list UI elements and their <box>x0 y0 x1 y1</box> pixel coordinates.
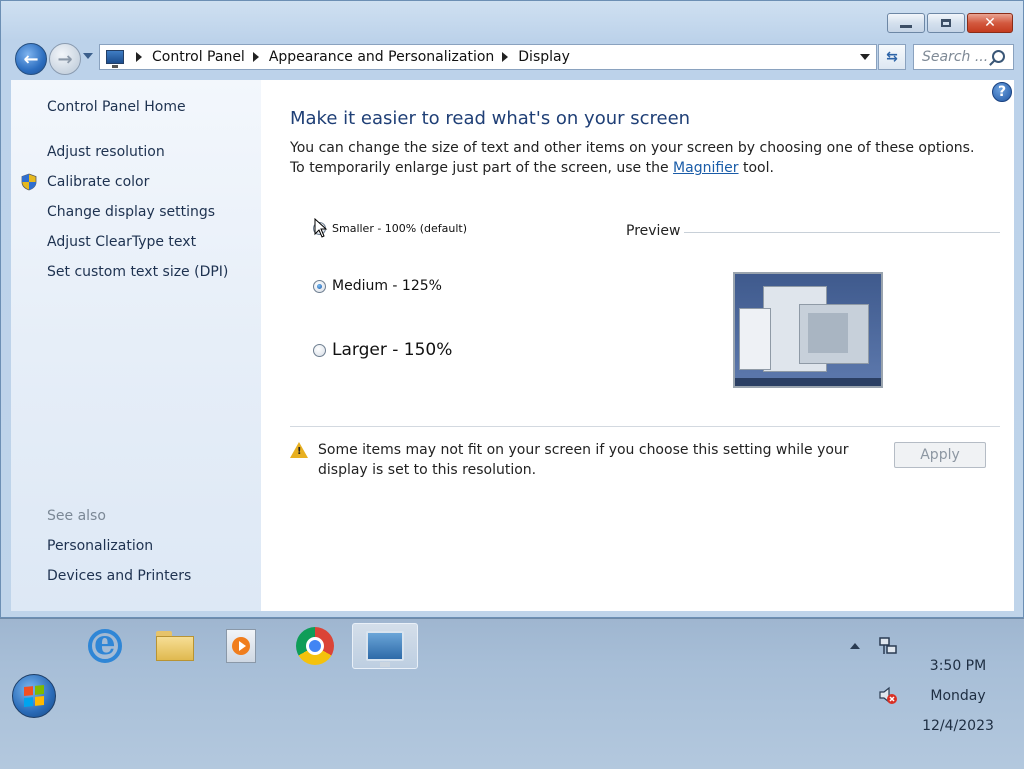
search-icon[interactable] <box>992 50 1005 63</box>
chrome-icon <box>296 627 334 665</box>
see-also-personalization[interactable]: Personalization <box>47 538 153 554</box>
recent-pages-dropdown[interactable] <box>83 53 93 59</box>
start-button[interactable] <box>12 674 56 718</box>
radio-larger[interactable] <box>313 343 326 357</box>
breadcrumb-chevron-icon[interactable] <box>136 52 142 62</box>
clock-day[interactable]: Monday <box>900 688 1016 704</box>
see-also-heading: See also <box>47 508 106 524</box>
warning-text: Some items may not fit on your screen if… <box>318 442 849 478</box>
preview-window <box>799 304 869 364</box>
forward-arrow-icon: → <box>57 48 73 70</box>
sidebar-calibrate-color[interactable]: Calibrate color <box>47 174 149 190</box>
sidebar-control-panel-home[interactable]: Control Panel Home <box>47 99 186 115</box>
sidebar-custom-dpi[interactable]: Set custom text size (DPI) <box>47 264 228 280</box>
refresh-icon: ⇆ <box>886 49 898 65</box>
search-placeholder: Search ... <box>922 49 989 65</box>
caption-buttons: ✕ <box>887 13 1013 33</box>
maximize-button[interactable] <box>927 13 965 33</box>
taskbar: 3:50 PM Monday 12/4/2023 <box>0 618 1024 769</box>
main-content: ? Make it easier to read what's on your … <box>261 80 1014 611</box>
address-dropdown-icon[interactable] <box>860 54 870 60</box>
close-icon: ✕ <box>984 15 996 31</box>
sidebar-adjust-cleartype[interactable]: Adjust ClearType text <box>47 234 196 250</box>
breadcrumb-chevron-icon[interactable] <box>252 52 259 62</box>
mouse-cursor-icon <box>314 218 328 238</box>
network-icon[interactable] <box>878 637 898 657</box>
warning-icon: ! <box>290 442 308 458</box>
preview-label: Preview <box>626 223 681 239</box>
radio-medium[interactable] <box>313 279 326 293</box>
clock-time[interactable]: 3:50 PM <box>900 658 1016 674</box>
close-button[interactable]: ✕ <box>967 13 1013 33</box>
taskbar-display-control-panel[interactable] <box>352 623 418 669</box>
description-text: You can change the size of text and othe… <box>290 140 975 176</box>
page-description: You can change the size of text and othe… <box>290 138 980 178</box>
search-input[interactable]: Search ... <box>913 44 1014 70</box>
option-medium-label[interactable]: Medium - 125% <box>332 278 442 294</box>
breadcrumb-appearance[interactable]: Appearance and Personalization <box>269 49 494 65</box>
sidebar: Control Panel Home Adjust resolution Cal… <box>11 80 261 611</box>
back-arrow-icon: ← <box>23 48 39 70</box>
internet-explorer-icon <box>88 623 122 663</box>
forward-button[interactable]: → <box>49 43 81 75</box>
breadcrumb-chevron-icon[interactable] <box>502 52 509 62</box>
magnifier-link[interactable]: Magnifier <box>673 160 739 176</box>
apply-button[interactable]: Apply <box>894 442 986 468</box>
address-bar[interactable]: Control Panel Appearance and Personaliza… <box>99 44 877 70</box>
description-text-end: tool. <box>738 160 774 176</box>
back-button[interactable]: ← <box>15 43 47 75</box>
minimize-icon <box>900 24 912 28</box>
option-larger-label[interactable]: Larger - 150% <box>332 340 452 360</box>
maximize-icon <box>941 19 951 27</box>
preview-taskbar <box>735 378 881 386</box>
windows-logo-icon <box>24 684 44 708</box>
see-also-devices-printers[interactable]: Devices and Printers <box>47 568 191 584</box>
taskbar-windows-explorer[interactable] <box>142 623 208 669</box>
uac-shield-icon <box>21 173 37 191</box>
display-settings-icon <box>366 631 404 667</box>
sidebar-adjust-resolution[interactable]: Adjust resolution <box>47 144 165 160</box>
clock-date[interactable]: 12/4/2023 <box>900 718 1016 734</box>
option-smaller[interactable]: Smaller - 100% (default) <box>313 222 467 235</box>
preview-image <box>733 272 883 388</box>
preview-window <box>739 308 771 370</box>
taskbar-media-player[interactable] <box>208 623 274 669</box>
volume-muted-icon[interactable] <box>878 685 898 705</box>
option-medium[interactable]: Medium - 125% <box>313 278 442 294</box>
divider <box>290 426 1000 427</box>
preview-divider <box>684 232 1000 233</box>
taskbar-chrome[interactable] <box>282 623 348 669</box>
control-panel-window: ✕ ← → Control Panel Appearance and Perso… <box>0 0 1024 618</box>
page-title: Make it easier to read what's on your sc… <box>290 108 691 129</box>
folder-icon <box>156 631 194 661</box>
breadcrumb-display[interactable]: Display <box>518 49 570 65</box>
refresh-button[interactable]: ⇆ <box>878 44 906 70</box>
option-larger[interactable]: Larger - 150% <box>313 340 452 360</box>
help-icon[interactable]: ? <box>992 82 1012 102</box>
option-smaller-label[interactable]: Smaller - 100% (default) <box>332 222 467 235</box>
minimize-button[interactable] <box>887 13 925 33</box>
media-player-icon <box>226 629 256 663</box>
breadcrumb-control-panel[interactable]: Control Panel <box>152 49 245 65</box>
show-hidden-icons-button[interactable] <box>850 643 860 649</box>
control-panel-icon <box>106 50 124 68</box>
taskbar-internet-explorer[interactable] <box>72 623 138 669</box>
sidebar-change-display-settings[interactable]: Change display settings <box>47 204 215 220</box>
